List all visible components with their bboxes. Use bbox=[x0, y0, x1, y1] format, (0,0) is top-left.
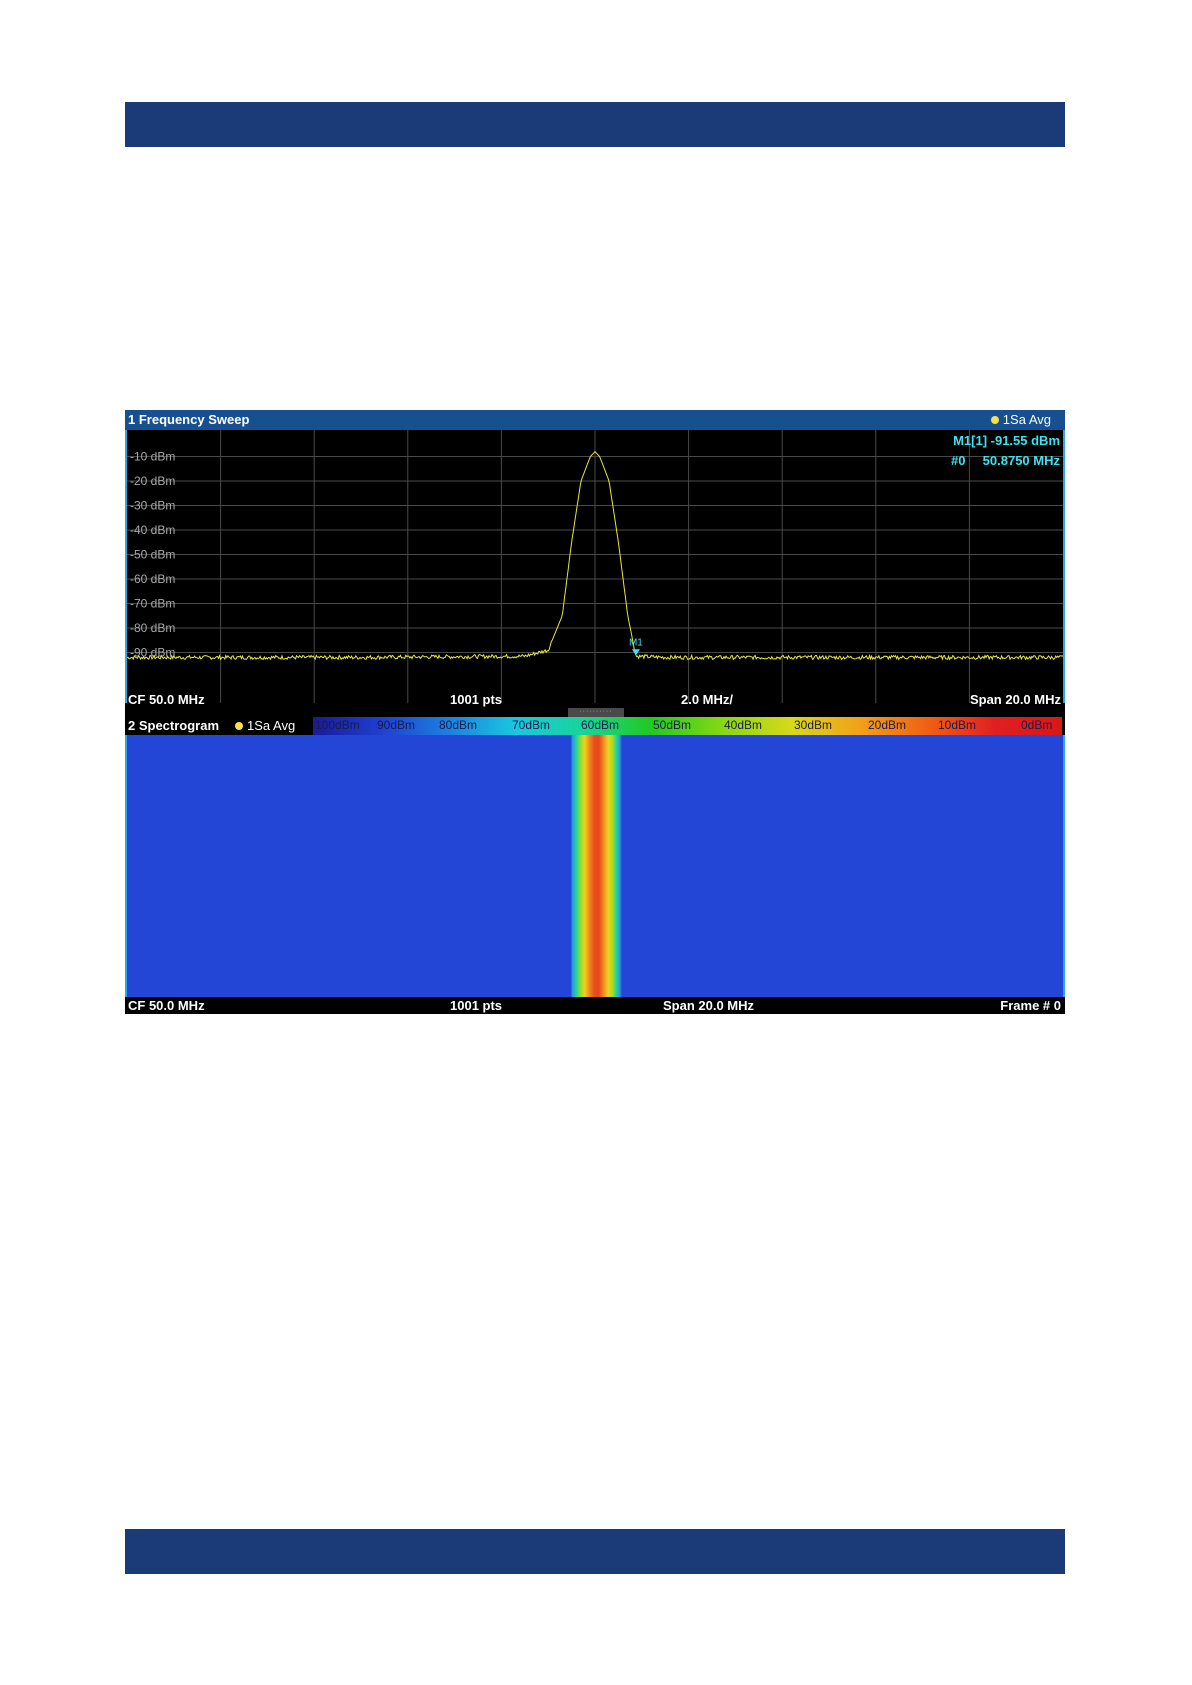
colorbar-label: 0dBm bbox=[1021, 718, 1053, 732]
colorbar-label: 80dBm bbox=[439, 718, 478, 732]
sweep-points: 1001 pts bbox=[450, 692, 503, 707]
spectrogram-points: 1001 pts bbox=[450, 998, 503, 1013]
spectrogram-colorbar[interactable]: 100dBm 90dBm 80dBm 70dBm 60dBm 50dBm 40d… bbox=[313, 717, 1062, 735]
frequency-sweep-title-bar[interactable]: 1 Frequency Sweep 1Sa Avg bbox=[125, 410, 1065, 430]
y-tick-label: -40 dBm bbox=[130, 523, 175, 537]
spectrogram-span: Span 20.0 MHz bbox=[663, 998, 755, 1013]
marker-readout-frequency: 50.8750 MHz bbox=[982, 453, 1060, 468]
colorbar-label: 10dBm bbox=[938, 718, 977, 732]
trace-tag-label: 1Sa Avg bbox=[1002, 412, 1051, 427]
sweep-per-division: 2.0 MHz/ bbox=[681, 692, 734, 707]
frequency-sweep-title: 1 Frequency Sweep bbox=[128, 412, 250, 427]
spectrogram-trace-tag[interactable]: 1Sa Avg bbox=[235, 715, 295, 737]
colorbar-label: 20dBm bbox=[868, 718, 907, 732]
spectrogram-title-bar[interactable]: 2 Spectrogram 1Sa Avg bbox=[125, 715, 315, 737]
sweep-span: Span 20.0 MHz bbox=[969, 692, 1061, 707]
spectrogram-plot[interactable] bbox=[125, 735, 1065, 997]
colorbar-label: 90dBm bbox=[377, 718, 416, 732]
y-tick-label: -70 dBm bbox=[130, 597, 175, 611]
spectrogram-title: 2 Spectrogram bbox=[128, 718, 220, 733]
colorbar-label: 30dBm bbox=[794, 718, 833, 732]
spectrogram-frame: Frame # 0 bbox=[1000, 998, 1061, 1013]
y-tick-label: -30 dBm bbox=[130, 499, 175, 513]
colorbar-label: 100dBm bbox=[315, 718, 360, 732]
sweep-status-bar: CF 50.0 MHz 1001 pts 2.0 MHz/ Span 20.0 … bbox=[125, 691, 1065, 709]
y-tick-label: -20 dBm bbox=[130, 474, 175, 488]
colorbar-label: 40dBm bbox=[724, 718, 763, 732]
marker-readout-level: M1[1] -91.55 dBm bbox=[953, 433, 1060, 448]
colorbar-label: 50dBm bbox=[653, 718, 692, 732]
spectrogram-trace-dot-icon bbox=[235, 722, 243, 730]
trace-tag[interactable]: 1Sa Avg bbox=[990, 410, 1051, 430]
colorbar-label: 70dBm bbox=[512, 718, 551, 732]
marker-readout-index: #0 bbox=[951, 453, 966, 468]
y-tick-label: -80 dBm bbox=[130, 621, 175, 635]
window-splitter-handle[interactable]: ·········· bbox=[568, 708, 624, 717]
spectrogram-trace-tag-label: 1Sa Avg bbox=[247, 718, 296, 733]
y-tick-label: -10 dBm bbox=[130, 450, 175, 464]
colorbar-label: 60dBm bbox=[581, 718, 620, 732]
spectrogram-center-frequency: CF 50.0 MHz bbox=[128, 998, 205, 1013]
frequency-sweep-plot[interactable]: -10 dBm -20 dBm -30 dBm -40 dBm -50 dBm -60 d… bbox=[125, 430, 1065, 703]
y-tick-label: -50 dBm bbox=[130, 548, 175, 562]
analyzer-display: 1 Frequency Sweep 1Sa Avg -10 dBm -20 dBm… bbox=[125, 410, 1065, 1014]
sweep-center-frequency: CF 50.0 MHz bbox=[128, 692, 205, 707]
header-band bbox=[125, 102, 1065, 147]
trace-dot-icon bbox=[990, 416, 999, 424]
sweep-chart: -10 dBm -20 dBm -30 dBm -40 dBm -50 dBm -60 d… bbox=[127, 430, 1063, 703]
spectrogram-status-bar: CF 50.0 MHz 1001 pts Span 20.0 MHz Frame… bbox=[125, 997, 1065, 1015]
y-tick-label: -60 dBm bbox=[130, 572, 175, 586]
footer-band bbox=[125, 1529, 1065, 1574]
marker-label: M1 bbox=[629, 637, 643, 648]
